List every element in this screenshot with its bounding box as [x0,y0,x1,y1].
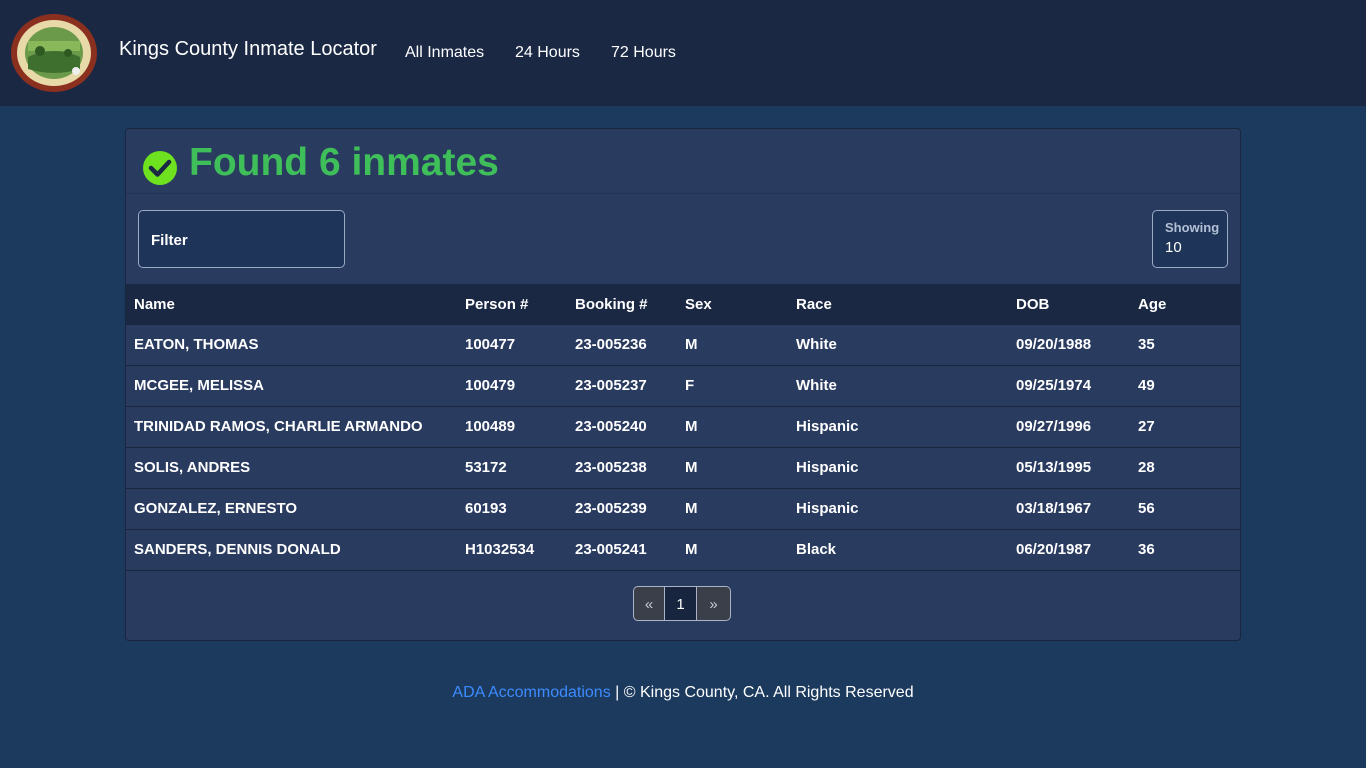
pagination-page-1[interactable]: 1 [665,586,697,621]
cell-name[interactable]: TRINIDAD RAMOS, CHARLIE ARMANDO [134,407,423,447]
nav-72-hours[interactable]: 72 Hours [611,44,676,62]
cell-sex: M [685,418,698,435]
cell-sex: M [685,336,698,353]
nav-24-hours[interactable]: 24 Hours [515,44,580,62]
check-circle-icon [143,151,177,185]
cell-race: White [796,377,837,394]
table-header-row: Name Person # Booking # Sex Race DOB Age [126,284,1240,325]
cell-name[interactable]: MCGEE, MELISSA [134,366,264,406]
cell-person-number: 53172 [465,459,507,476]
table-row[interactable]: TRINIDAD RAMOS, CHARLIE ARMANDO 100489 2… [126,407,1240,448]
cell-age: 49 [1138,377,1155,394]
column-header-person[interactable]: Person # [465,284,528,325]
cell-race: Hispanic [796,418,859,435]
table-row[interactable]: MCGEE, MELISSA 100479 23-005237 F White … [126,366,1240,407]
cell-race: Black [796,541,837,558]
page-size-label: Showing [1165,220,1220,235]
cell-name[interactable]: SOLIS, ANDRES [134,448,250,488]
cell-booking-number: 23-005237 [575,377,647,394]
cell-person-number: H1032534 [465,541,535,558]
county-seal-logo[interactable] [10,13,98,93]
column-header-name[interactable]: Name [134,284,175,325]
cell-name[interactable]: EATON, THOMAS [134,325,258,365]
nav-all-inmates[interactable]: All Inmates [405,44,484,62]
cell-age: 28 [1138,459,1155,476]
cell-dob: 05/13/1995 [1016,459,1092,476]
inmates-table: Name Person # Booking # Sex Race DOB Age… [126,284,1240,571]
cell-person-number: 100489 [465,418,516,435]
footer-copyright: | © Kings County, CA. All Rights Reserve… [610,684,914,701]
column-header-booking[interactable]: Booking # [575,284,648,325]
cell-age: 35 [1138,336,1155,353]
cell-age: 27 [1138,418,1155,435]
pagination: « 1 » [633,586,731,621]
cell-name[interactable]: GONZALEZ, ERNESTO [134,489,297,529]
filter-label: Filter [151,232,188,249]
cell-person-number: 100477 [465,336,516,353]
table-row[interactable]: EATON, THOMAS 100477 23-005236 M White 0… [126,325,1240,366]
cell-booking-number: 23-005240 [575,418,647,435]
column-header-dob[interactable]: DOB [1016,284,1049,325]
column-header-race[interactable]: Race [796,284,832,325]
cell-dob: 09/27/1996 [1016,418,1092,435]
cell-race: Hispanic [796,459,859,476]
cell-booking-number: 23-005236 [575,336,647,353]
filter-input[interactable]: Filter [138,210,345,268]
top-navbar: Kings County Inmate Locator All Inmates … [0,0,1366,106]
cell-dob: 09/20/1988 [1016,336,1092,353]
cell-booking-number: 23-005241 [575,541,647,558]
cell-person-number: 100479 [465,377,516,394]
pagination-prev-button[interactable]: « [633,586,665,621]
table-row[interactable]: SOLIS, ANDRES 53172 23-005238 M Hispanic… [126,448,1240,489]
cell-age: 36 [1138,541,1155,558]
cell-race: Hispanic [796,500,859,517]
results-count-title: Found 6 inmates [189,141,499,184]
cell-sex: M [685,459,698,476]
cell-person-number: 60193 [465,500,507,517]
cell-dob: 06/20/1987 [1016,541,1092,558]
cell-name[interactable]: SANDERS, DENNIS DONALD [134,530,341,570]
cell-booking-number: 23-005239 [575,500,647,517]
column-header-age[interactable]: Age [1138,284,1166,325]
site-title[interactable]: Kings County Inmate Locator [119,38,377,61]
ada-accommodations-link[interactable]: ADA Accommodations [452,684,610,701]
table-row[interactable]: SANDERS, DENNIS DONALD H1032534 23-00524… [126,530,1240,571]
results-card: Found 6 inmates Filter Showing 10 Name P… [125,128,1241,641]
page-size-select[interactable]: Showing 10 [1152,210,1228,268]
cell-dob: 03/18/1967 [1016,500,1092,517]
pagination-next-button[interactable]: » [697,586,731,621]
cell-sex: M [685,541,698,558]
cell-dob: 09/25/1974 [1016,377,1092,394]
cell-booking-number: 23-005238 [575,459,647,476]
cell-sex: F [685,377,695,394]
cell-sex: M [685,500,698,517]
cell-age: 56 [1138,500,1155,517]
column-header-sex[interactable]: Sex [685,284,712,325]
cell-race: White [796,336,837,353]
results-header: Found 6 inmates [126,129,1240,194]
table-row[interactable]: GONZALEZ, ERNESTO 60193 23-005239 M Hisp… [126,489,1240,530]
footer: ADA Accommodations | © Kings County, CA.… [0,684,1366,702]
page-size-value: 10 [1165,239,1182,256]
